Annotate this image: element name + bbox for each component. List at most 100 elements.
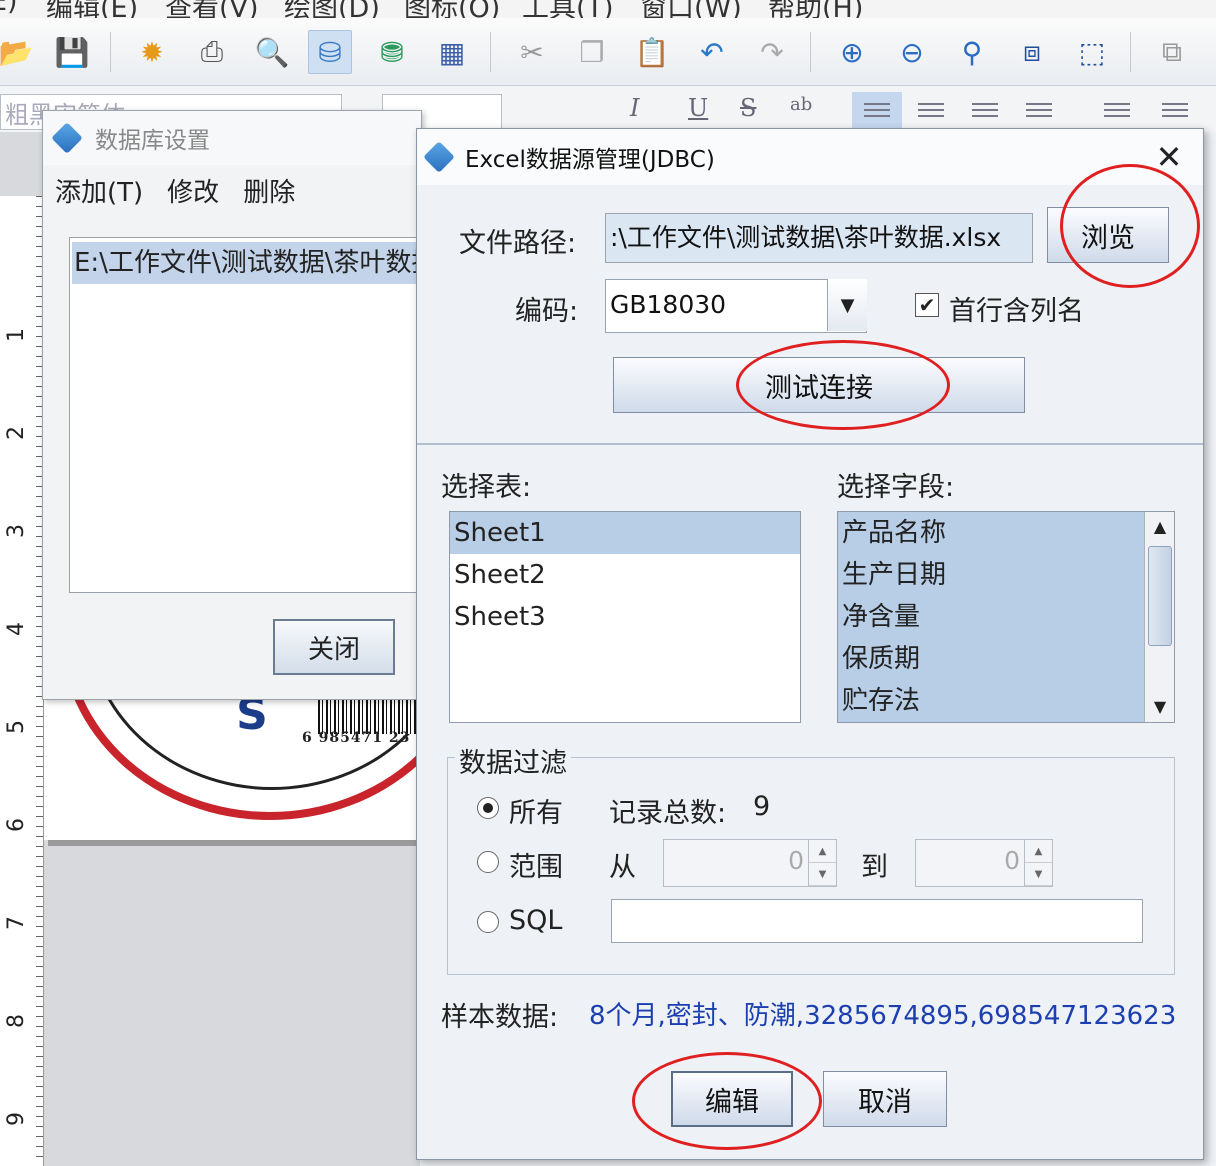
scroll-up-icon[interactable]: ▲ <box>1145 512 1174 542</box>
filter-sql-label: SQL <box>509 905 563 936</box>
range-to-label: 到 <box>861 852 888 883</box>
add-menu-item[interactable]: 添加(T) <box>55 172 143 209</box>
open-icon[interactable]: 📂 <box>0 30 38 74</box>
cut-icon[interactable]: ✂ <box>510 30 554 74</box>
ruler-number: 8 <box>4 1014 29 1028</box>
field-list[interactable]: 产品名称 生产日期 净含量 保质期 贮存法 ▲ ▼ <box>837 511 1175 723</box>
spinner-down-icon[interactable]: ▼ <box>809 863 836 886</box>
spinner-up-icon[interactable]: ▲ <box>1025 840 1052 863</box>
table-list-item[interactable]: Sheet2 <box>450 554 800 596</box>
spinner-down-icon[interactable]: ▼ <box>1025 863 1052 886</box>
align-right-icon[interactable] <box>960 92 1010 132</box>
zoom-icon[interactable]: ⚲ <box>950 30 994 74</box>
spinner-buttons[interactable]: ▲ ▼ <box>1024 840 1052 886</box>
spinner-buttons[interactable]: ▲ ▼ <box>808 840 836 886</box>
underline-icon[interactable]: U <box>688 94 708 122</box>
browse-button[interactable]: 浏览 <box>1047 207 1169 263</box>
filter-range-label: 范围 <box>509 852 563 883</box>
field-list-item[interactable]: 产品名称 <box>838 512 1174 554</box>
paste-icon[interactable]: 📋 <box>630 30 674 74</box>
ruler-number: 2 <box>4 426 29 440</box>
filter-range-radio[interactable] <box>477 851 499 873</box>
scroll-thumb[interactable] <box>1148 546 1172 646</box>
select-table-label: 选择表: <box>441 472 532 503</box>
database-icon[interactable]: ⛁ <box>308 30 352 74</box>
menu-item-edit[interactable]: 编辑(E) <box>46 0 138 18</box>
table-list-item[interactable]: Sheet3 <box>450 596 800 638</box>
undo-icon[interactable]: ↶ <box>690 30 734 74</box>
chevron-down-icon[interactable]: ▼ <box>827 279 867 331</box>
ruler-number: 4 <box>4 622 29 636</box>
align-icon[interactable]: ⧉ <box>1150 30 1194 74</box>
vertical-ruler: 1 2 3 4 5 6 7 8 9 <box>0 196 44 1166</box>
close-icon[interactable]: ✕ <box>1149 137 1189 177</box>
file-path-input[interactable]: :\工作文件\测试数据\茶叶数据.xlsx <box>605 213 1033 263</box>
field-list-scrollbar[interactable]: ▲ ▼ <box>1144 512 1174 722</box>
spinner-up-icon[interactable]: ▲ <box>809 840 836 863</box>
ruler-number: 5 <box>4 720 29 734</box>
grid-icon[interactable]: ▦ <box>430 30 474 74</box>
delete-menu-item[interactable]: 删除 <box>243 172 295 209</box>
dialog-title: 数据库设置 <box>95 128 210 154</box>
distribute-vertical-icon[interactable] <box>1150 92 1200 132</box>
cancel-button[interactable]: 取消 <box>823 1071 947 1127</box>
table-list[interactable]: Sheet1 Sheet2 Sheet3 <box>449 511 801 723</box>
settings-icon[interactable]: ✹ <box>130 30 174 74</box>
text-style-icon[interactable]: ab <box>790 94 812 115</box>
range-to-spinner[interactable]: 0 ▲ ▼ <box>915 839 1053 887</box>
menu-item-help[interactable]: 帮助(H) <box>768 0 863 18</box>
test-connection-button[interactable]: 测试连接 <box>613 357 1025 413</box>
app-icon <box>423 141 455 173</box>
redo-icon[interactable]: ↷ <box>750 30 794 74</box>
data-source-list[interactable]: E:\工作文件\测试数据\茶叶数据.xlsx <box>69 237 429 593</box>
menu-item-window[interactable]: 窗口(W) <box>640 0 742 18</box>
copy-icon[interactable]: ❐ <box>570 30 614 74</box>
database-refresh-icon[interactable]: ⛃ <box>370 30 414 74</box>
dialog-menu: 添加(T) 修改 删除 <box>43 165 421 215</box>
filter-all-radio[interactable] <box>477 797 499 819</box>
modify-menu-item[interactable]: 修改 <box>167 172 219 209</box>
menu-item-icon[interactable]: 图标(O) <box>404 0 500 18</box>
field-list-item[interactable]: 净含量 <box>838 596 1174 638</box>
italic-icon[interactable]: I <box>630 94 639 122</box>
menu-item-draw[interactable]: 绘图(D) <box>284 0 380 18</box>
field-list-item[interactable]: 贮存法 <box>838 680 1174 722</box>
filter-sql-radio[interactable] <box>477 911 499 933</box>
strikethrough-icon[interactable]: S <box>740 94 756 122</box>
dialog-title: Excel数据源管理(JDBC) <box>465 147 715 173</box>
align-center-icon[interactable] <box>906 92 956 132</box>
range-from-spinner[interactable]: 0 ▲ ▼ <box>663 839 837 887</box>
align-justify-icon[interactable] <box>1014 92 1064 132</box>
actual-size-icon[interactable]: ⬚ <box>1070 30 1114 74</box>
menu-item-tools[interactable]: 工具(T) <box>522 0 614 18</box>
sample-data-label: 样本数据: <box>441 1002 559 1033</box>
distribute-horizontal-icon[interactable] <box>1092 92 1142 132</box>
first-row-header-checkbox[interactable]: ✔ <box>915 293 939 317</box>
save-icon[interactable]: 💾 <box>50 30 94 74</box>
menu-bar: E) 编辑(E) 查看(V) 绘图(D) 图标(O) 工具(T) 窗口(W) 帮… <box>0 0 1216 18</box>
field-list-item[interactable]: 保质期 <box>838 638 1174 680</box>
edit-button[interactable]: 编辑 <box>671 1071 793 1127</box>
print-icon[interactable]: ⎙ <box>190 30 234 74</box>
record-count-label: 记录总数: <box>609 798 727 829</box>
fit-page-icon[interactable]: ⧈ <box>1010 30 1054 74</box>
zoom-out-icon[interactable]: ⊖ <box>890 30 934 74</box>
ruler-number: 9 <box>4 1112 29 1126</box>
sql-input[interactable] <box>611 899 1143 943</box>
print-preview-icon[interactable]: 🔍 <box>250 30 294 74</box>
table-list-item[interactable]: Sheet1 <box>450 512 800 554</box>
close-button[interactable]: 关闭 <box>273 619 395 675</box>
scroll-down-icon[interactable]: ▼ <box>1145 692 1174 722</box>
zoom-in-icon[interactable]: ⊕ <box>830 30 874 74</box>
dialog-titlebar[interactable]: 数据库设置 <box>43 111 421 165</box>
dialog-titlebar[interactable]: Excel数据源管理(JDBC) <box>417 129 1203 185</box>
data-source-item[interactable]: E:\工作文件\测试数据\茶叶数据.xlsx <box>72 242 426 284</box>
menu-item-view[interactable]: 查看(V) <box>165 0 259 18</box>
barcode[interactable] <box>318 700 418 734</box>
ruler-number: 3 <box>4 524 29 538</box>
field-list-item[interactable]: 生产日期 <box>838 554 1174 596</box>
menu-item-file[interactable]: E) <box>0 0 18 17</box>
align-left-icon[interactable] <box>852 92 902 132</box>
toolbar-separator <box>810 32 811 72</box>
excel-datasource-dialog: Excel数据源管理(JDBC) ✕ 文件路径: :\工作文件\测试数据\茶叶数… <box>416 128 1204 1160</box>
